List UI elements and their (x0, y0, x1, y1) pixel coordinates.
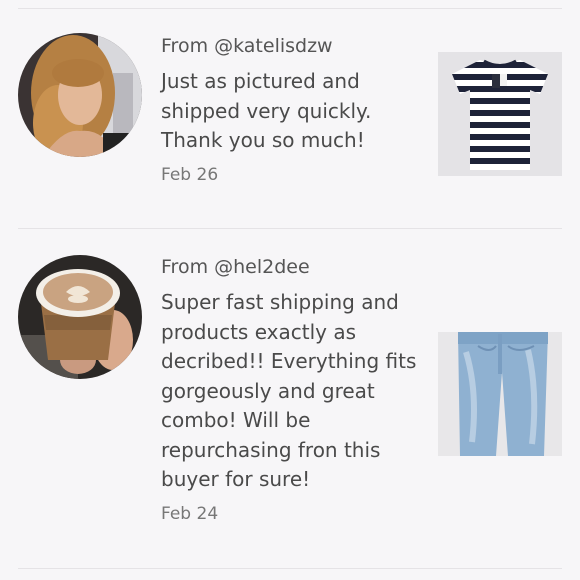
review-text: Just as pictured and shipped very quickl… (161, 69, 372, 152)
striped-tshirt-photo-icon (438, 52, 562, 176)
product-thumbnail[interactable] (438, 332, 562, 456)
reviewer-avatar[interactable] (18, 255, 142, 379)
reviewer-avatar[interactable] (18, 33, 142, 157)
denim-jeans-photo-icon (438, 332, 562, 456)
review-item: From @hel2dee Super fast shipping and pr… (0, 228, 580, 568)
review-item: From @katelisdzw Just as pictured and sh… (0, 0, 580, 228)
reviewer-name[interactable]: From @katelisdzw (161, 35, 333, 57)
user-avatar-photo-icon (18, 33, 142, 157)
reviewer-name[interactable]: From @hel2dee (161, 256, 310, 278)
review-date: Feb 24 (161, 504, 219, 524)
review-date: Feb 26 (161, 165, 219, 185)
divider-bottom (18, 568, 562, 569)
review-text: Super fast shipping and products exactly… (161, 290, 417, 491)
product-thumbnail[interactable] (438, 52, 562, 176)
coffee-cup-photo-icon (18, 255, 142, 379)
